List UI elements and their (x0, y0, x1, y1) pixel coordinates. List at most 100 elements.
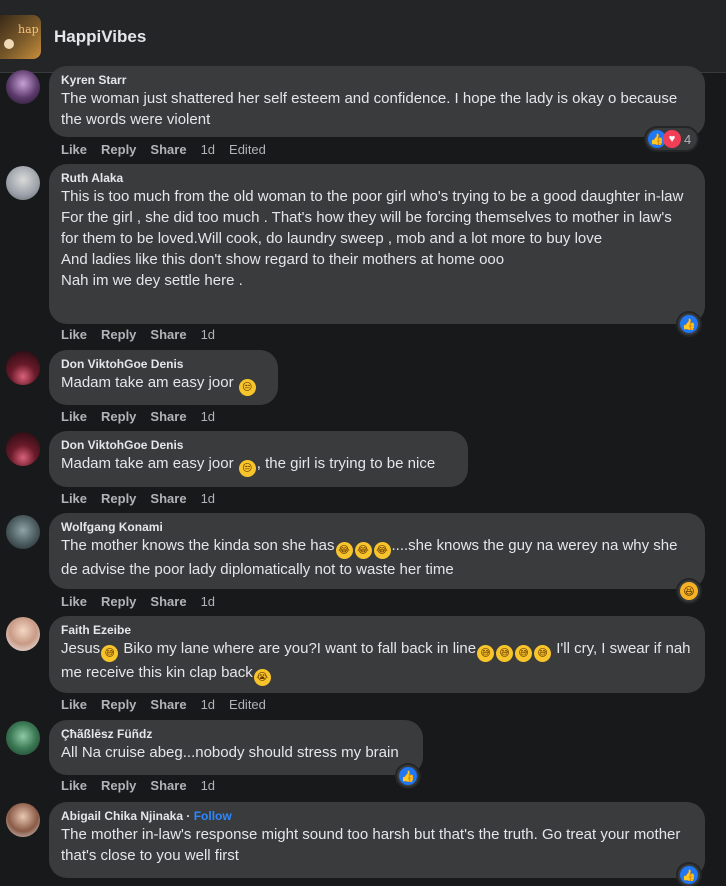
avatar[interactable] (6, 166, 40, 200)
reply-button[interactable]: Reply (101, 491, 136, 507)
reply-button[interactable]: Reply (101, 594, 136, 610)
reaction-summary[interactable]: 👍 (397, 765, 419, 787)
sweat-smile-emoji-icon: 😅 (101, 645, 119, 662)
reply-button[interactable]: Reply (101, 778, 136, 794)
like-icon: 👍 (680, 866, 698, 884)
like-icon: 👍 (399, 767, 417, 785)
comment-text: Jesus 😅 Biko my lane where are you?I want… (61, 638, 693, 686)
comment-text-part: Madam take am easy joor (61, 374, 234, 391)
comment-bubble: Ruth Alaka This is too much from the old… (49, 164, 705, 324)
reaction-summary[interactable]: 👍 (678, 864, 700, 886)
comment-text-line: Nah im we dey settle here . (61, 272, 243, 289)
comment-actions: Like Reply Share 1d (61, 594, 229, 610)
separator: · (183, 809, 194, 823)
reaction-count: 4 (684, 131, 692, 147)
follow-button[interactable]: Follow (194, 809, 232, 823)
comment-text-line: And ladies like this don't show regard t… (61, 251, 505, 268)
avatar[interactable] (6, 515, 40, 549)
comment-actions: Like Reply Share 1d (61, 778, 229, 794)
share-button[interactable]: Share (150, 409, 186, 425)
share-button[interactable]: Share (150, 697, 186, 713)
comment-author[interactable]: Wolfgang Konami (61, 520, 693, 535)
like-button[interactable]: Like (61, 491, 87, 507)
share-button[interactable]: Share (150, 327, 186, 343)
timestamp[interactable]: 1d (201, 697, 215, 713)
comment-bubble: Çħãßlēsz Füñdz All Na cruise abeg...nobo… (49, 720, 423, 775)
comment-author[interactable]: Ruth Alaka (61, 171, 693, 186)
page-avatar[interactable]: hap (0, 15, 41, 59)
timestamp[interactable]: 1d (201, 778, 215, 794)
reaction-summary[interactable]: 👍 (678, 313, 700, 335)
comment-actions: Like Reply Share 1d Edited (61, 697, 280, 713)
avatar[interactable] (6, 617, 40, 651)
sweat-smile-emoji-icon: 😅 (496, 645, 514, 662)
crying-emoji-icon: 😭 (253, 669, 271, 686)
laugh-icon: 😆 (680, 582, 698, 600)
comment-author[interactable]: Kyren Starr (61, 73, 693, 88)
like-button[interactable]: Like (61, 594, 87, 610)
page-avatar-graphic (4, 39, 14, 49)
reaction-summary[interactable]: 👍 ♥ 4 (646, 128, 698, 150)
comment-text: The woman just shattered her self esteem… (61, 90, 678, 128)
comment-author-name[interactable]: Abigail Chika Njinaka (61, 809, 183, 823)
comment-text-part: Jesus (61, 640, 101, 657)
comment-author[interactable]: Don ViktohGoe Denis (61, 438, 456, 453)
comment-actions: Like Reply Share 1d (61, 409, 229, 425)
comment-bubble: Kyren Starr The woman just shattered her… (49, 66, 705, 137)
comment-text: This is too much from the old woman to t… (61, 188, 684, 205)
edited-label: Edited (229, 142, 266, 157)
reply-button[interactable]: Reply (101, 142, 136, 158)
share-button[interactable]: Share (150, 491, 186, 507)
avatar[interactable] (6, 70, 40, 104)
comment-actions: Like Reply Share 1d Edited (61, 142, 280, 158)
like-icon: 👍 (680, 315, 698, 333)
timestamp[interactable]: 1d (201, 142, 215, 158)
reply-button[interactable]: Reply (101, 409, 136, 425)
share-button[interactable]: Share (150, 594, 186, 610)
comment-author: Abigail Chika Njinaka · Follow (61, 809, 693, 824)
sweat-smile-emoji-icon: 😅 (515, 645, 533, 662)
share-button[interactable]: Share (150, 778, 186, 794)
reaction-summary[interactable]: 😆 (678, 580, 700, 602)
laughing-emoji-icon: 😂 (373, 542, 391, 559)
like-button[interactable]: Like (61, 697, 87, 713)
like-button[interactable]: Like (61, 327, 87, 343)
comment-text-line: For the girl , she did too much . That's… (61, 209, 672, 247)
timestamp[interactable]: 1d (201, 409, 215, 425)
comment-author[interactable]: Don ViktohGoe Denis (61, 357, 266, 372)
love-icon: ♥ (663, 130, 681, 148)
reply-button[interactable]: Reply (101, 327, 136, 343)
comment-text-part: Biko my lane where are you?I want to fal… (119, 640, 477, 657)
comment-actions: Like Reply Share 1d (61, 491, 229, 507)
comment-text: Madam take am easy joor 😒, the girl is t… (61, 453, 456, 477)
comment-bubble: Don ViktohGoe Denis Madam take am easy j… (49, 350, 278, 405)
comment-author[interactable]: Çħãßlēsz Füñdz (61, 727, 411, 742)
unamused-emoji-icon: 😒 (238, 379, 256, 396)
page-header: hap HappiVibes (0, 0, 726, 73)
comment-text: The mother knows the kinda son she has 😂 😂… (61, 535, 693, 580)
avatar[interactable] (6, 721, 40, 755)
sweat-smile-emoji-icon: 😅 (477, 645, 495, 662)
timestamp[interactable]: 1d (201, 594, 215, 610)
comment-bubble: Don ViktohGoe Denis Madam take am easy j… (49, 431, 468, 487)
like-button[interactable]: Like (61, 409, 87, 425)
avatar[interactable] (6, 351, 40, 385)
avatar[interactable] (6, 432, 40, 466)
page-name[interactable]: HappiVibes (54, 27, 146, 47)
comment-bubble: Abigail Chika Njinaka · Follow The mothe… (49, 802, 705, 878)
comment-bubble: Wolfgang Konami The mother knows the kin… (49, 513, 705, 589)
comment-text-part: , the girl is trying to be nice (256, 455, 436, 472)
comment-text: All Na cruise abeg...nobody should stres… (61, 744, 399, 761)
avatar[interactable] (6, 803, 40, 837)
timestamp[interactable]: 1d (201, 327, 215, 343)
share-button[interactable]: Share (150, 142, 186, 158)
comment-author[interactable]: Faith Ezeibe (61, 623, 693, 638)
sweat-smile-emoji-icon: 😅 (534, 645, 552, 662)
laughing-emoji-icon: 😂 (335, 542, 353, 559)
laughing-emoji-icon: 😂 (354, 542, 372, 559)
like-button[interactable]: Like (61, 142, 87, 158)
reply-button[interactable]: Reply (101, 697, 136, 713)
page-avatar-text: hap (18, 23, 39, 36)
like-button[interactable]: Like (61, 778, 87, 794)
timestamp[interactable]: 1d (201, 491, 215, 507)
